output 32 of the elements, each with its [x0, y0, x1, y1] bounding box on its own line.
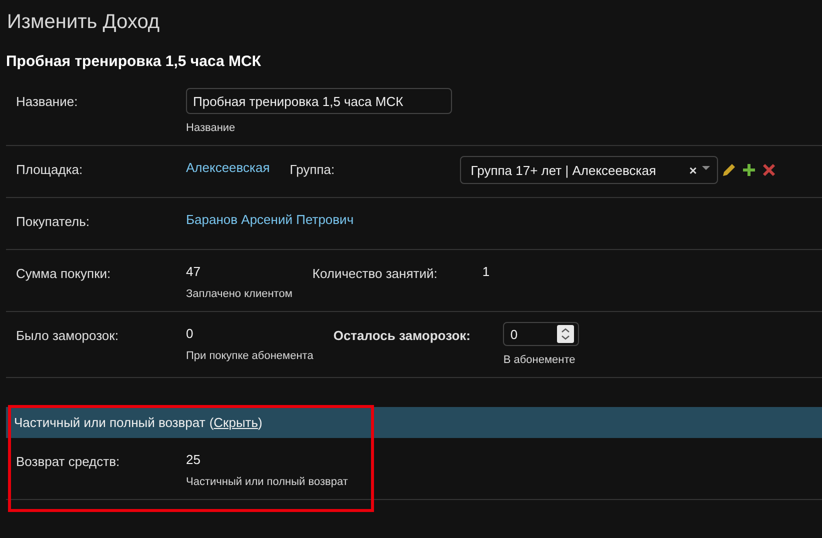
- section-title: Частичный или полный возврат: [14, 415, 206, 430]
- text-field[interactable]: Пробная тренировка 1,5 часа МСК: [186, 88, 452, 114]
- help-text: Название: [186, 122, 236, 134]
- clear-button[interactable]: ×: [689, 162, 697, 178]
- hide-link[interactable]: (Скрыть): [209, 415, 262, 430]
- help-text: Заплачено клиентом: [186, 288, 292, 300]
- value-link[interactable]: Баранов Арсений Петрович: [186, 208, 354, 228]
- spinner-icon[interactable]: [557, 325, 574, 343]
- field-label: Было заморозок:: [16, 327, 120, 343]
- object-title: Пробная тренировка 1,5 часа МСК: [6, 53, 262, 70]
- field-value: 1: [482, 263, 490, 280]
- field-label: Осталось заморозок:: [333, 327, 472, 343]
- field-value: 0: [186, 325, 194, 342]
- delete-icon[interactable]: [762, 163, 776, 177]
- field-label: Возврат средств:: [16, 453, 121, 469]
- field-label: Название:: [16, 93, 79, 109]
- plus-icon[interactable]: [742, 163, 756, 177]
- value-link[interactable]: Алексеевская: [186, 156, 270, 176]
- field-label: Площадка:: [16, 161, 84, 177]
- field-label: Количество занятий:: [312, 265, 438, 281]
- number-field[interactable]: 0: [503, 322, 580, 346]
- page-title: Изменить Доход: [7, 10, 161, 35]
- pencil-icon[interactable]: [722, 163, 736, 177]
- help-text: Частичный или полный возврат: [186, 476, 348, 488]
- help-text: При покупке абонемента: [186, 350, 314, 362]
- field-value: 25: [186, 451, 202, 468]
- field-value: 47: [186, 263, 202, 280]
- field-label: Группа:: [290, 161, 336, 177]
- field-label: Покупатель:: [16, 213, 90, 229]
- help-text: В абонементе: [503, 354, 576, 366]
- field-label: Сумма покупки:: [16, 265, 112, 281]
- group-select[interactable]: Группа 17+ лет | Алексеевская ×: [460, 156, 718, 184]
